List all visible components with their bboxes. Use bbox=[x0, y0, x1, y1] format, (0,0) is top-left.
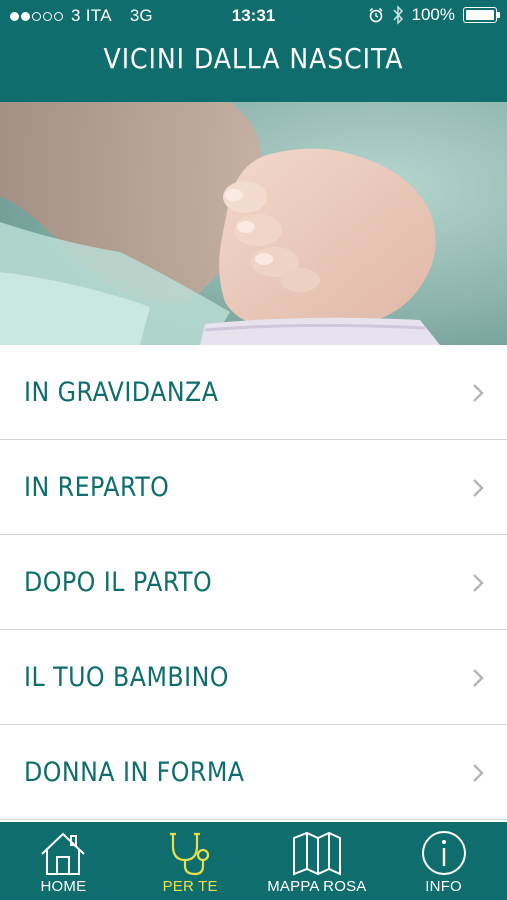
app-header: 3 ITA 3G 13:31 100% VICINI DALLA NASCITA bbox=[0, 0, 507, 102]
menu-item-in-gravidanza[interactable]: IN GRAVIDANZA bbox=[0, 345, 507, 440]
menu-list: IN GRAVIDANZA IN REPARTO DOPO IL PARTO I… bbox=[0, 345, 507, 820]
chevron-right-icon bbox=[473, 384, 484, 402]
page-title: VICINI DALLA NASCITA bbox=[103, 42, 404, 75]
tab-info[interactable]: INFO bbox=[380, 822, 507, 900]
map-icon bbox=[292, 831, 341, 876]
menu-item-dopo-il-parto[interactable]: DOPO IL PARTO bbox=[0, 535, 507, 630]
tab-label: MAPPA ROSA bbox=[267, 878, 367, 895]
menu-item-in-reparto[interactable]: IN REPARTO bbox=[0, 440, 507, 535]
menu-item-donna-in-forma[interactable]: DONNA IN FORMA bbox=[0, 725, 507, 820]
status-bar: 3 ITA 3G 13:31 100% bbox=[0, 0, 507, 32]
menu-item-label: IN REPARTO bbox=[24, 471, 170, 503]
menu-item-label: IL TUO BAMBINO bbox=[24, 661, 229, 693]
chevron-right-icon bbox=[473, 479, 484, 497]
tab-bar: HOME PER TE MAPPA ROSA INFO bbox=[0, 822, 507, 900]
menu-item-label: DOPO IL PARTO bbox=[24, 566, 213, 598]
tab-label: PER TE bbox=[162, 878, 218, 895]
chevron-right-icon bbox=[473, 764, 484, 782]
baby-hand-photo bbox=[0, 102, 507, 345]
menu-item-label: DONNA IN FORMA bbox=[24, 756, 245, 788]
info-icon bbox=[421, 831, 466, 875]
chevron-right-icon bbox=[473, 669, 484, 687]
tab-home[interactable]: HOME bbox=[0, 822, 127, 900]
menu-item-label: IN GRAVIDANZA bbox=[24, 376, 219, 408]
battery-percent: 100% bbox=[411, 5, 455, 24]
battery-fill bbox=[466, 10, 494, 20]
status-right: 100% bbox=[368, 5, 500, 25]
chevron-right-icon bbox=[473, 574, 484, 592]
menu-item-il-tuo-bambino[interactable]: IL TUO BAMBINO bbox=[0, 630, 507, 725]
tab-label: HOME bbox=[40, 878, 87, 895]
tab-label: INFO bbox=[425, 878, 462, 895]
tab-mappa-rosa[interactable]: MAPPA ROSA bbox=[254, 822, 381, 900]
hero-image bbox=[0, 102, 507, 345]
alarm-icon bbox=[368, 7, 383, 23]
bluetooth-icon bbox=[392, 5, 403, 25]
tab-per-te[interactable]: PER TE bbox=[127, 822, 254, 900]
house-icon bbox=[41, 832, 86, 875]
battery-icon bbox=[463, 7, 500, 23]
stethoscope-icon bbox=[170, 832, 210, 876]
